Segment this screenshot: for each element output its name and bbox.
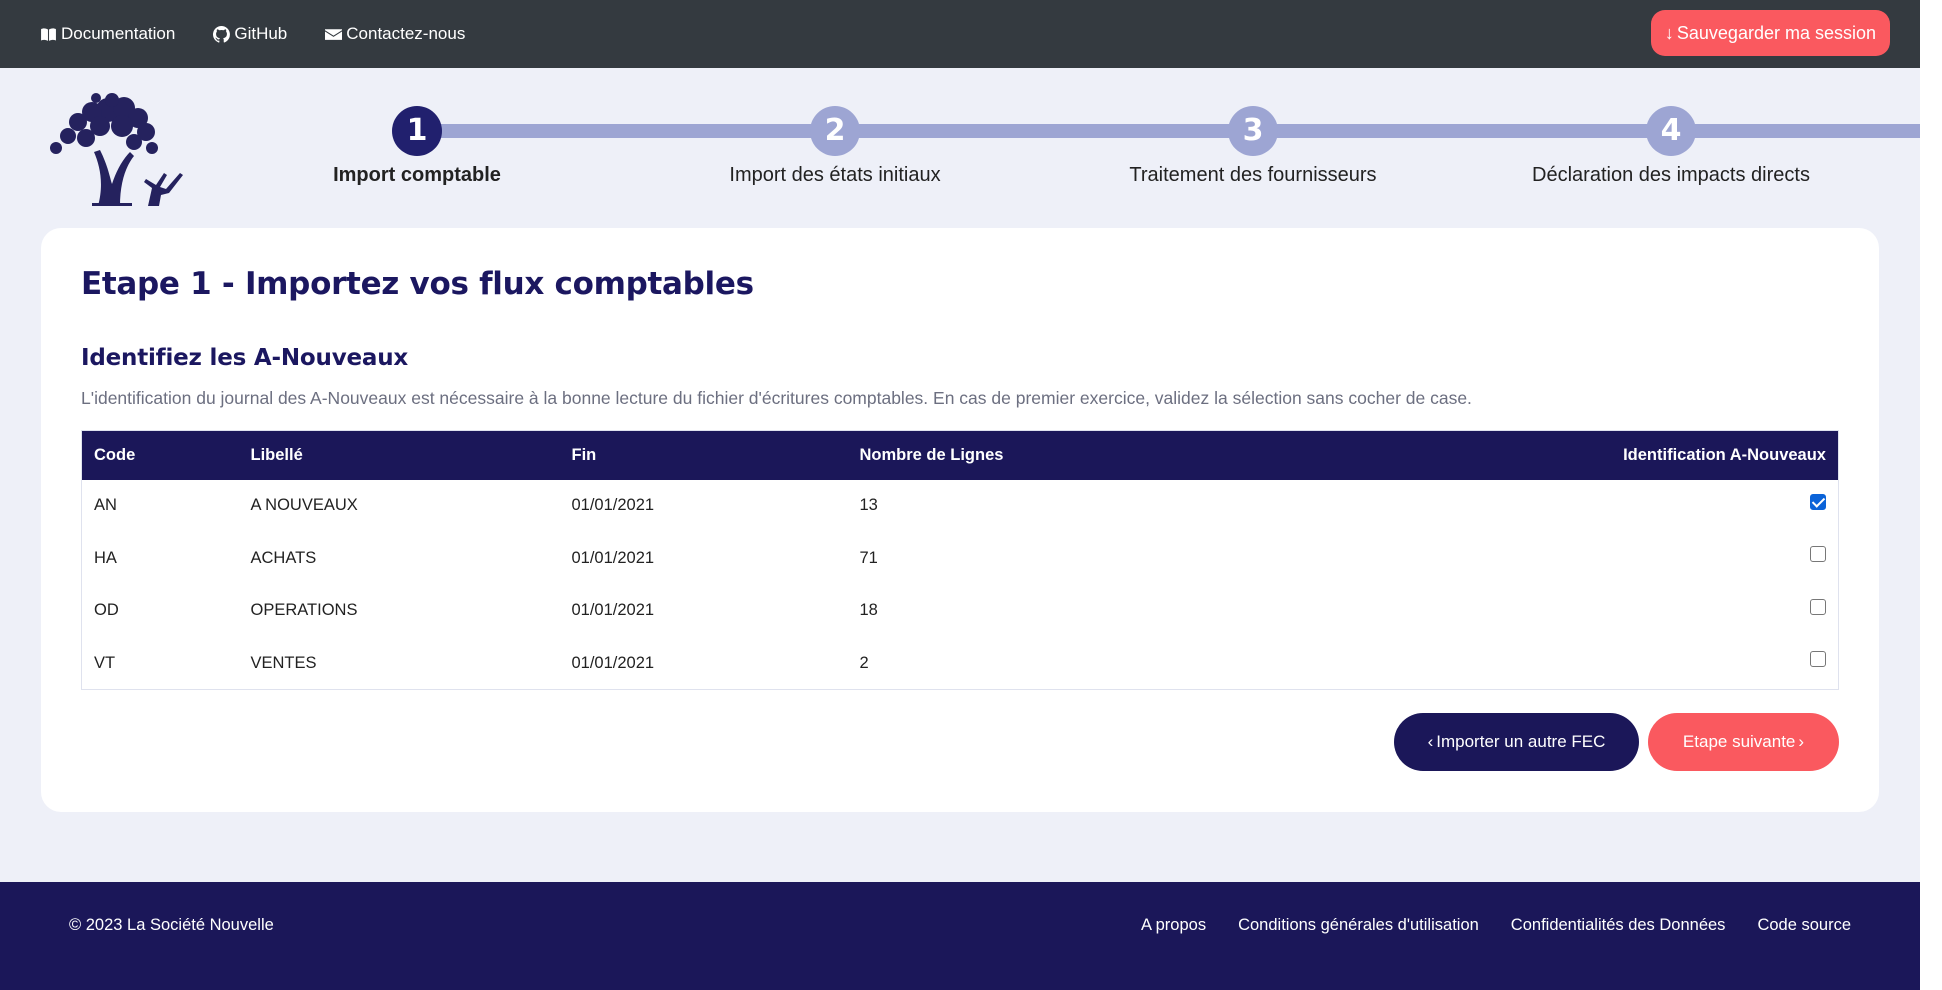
step-number: 1 — [392, 106, 442, 156]
step-4[interactable]: 4 Déclaration des impacts directs — [1491, 106, 1851, 187]
page-title: Etape 1 - Importez vos flux comptables — [81, 266, 754, 302]
footer-link-privacy[interactable]: Confidentialités des Données — [1511, 916, 1726, 935]
github-link[interactable]: GitHub — [213, 24, 287, 44]
step-label: Traitement des fournisseurs — [1129, 164, 1377, 186]
step-label: Import des états initiaux — [729, 164, 941, 186]
cell-fin: 01/01/2021 — [571, 653, 655, 672]
cell-fin: 01/01/2021 — [571, 601, 655, 620]
save-session-button[interactable]: ↓ Sauvegarder ma session — [1650, 10, 1890, 56]
github-icon — [213, 25, 231, 43]
cell-lignes: 13 — [859, 496, 878, 515]
cell-fin: 01/01/2021 — [571, 496, 655, 515]
step-3[interactable]: 3 Traitement des fournisseurs — [1073, 106, 1433, 187]
step-number: 4 — [1646, 106, 1696, 156]
a-nouveaux-checkbox[interactable] — [1810, 598, 1826, 615]
step-number: 3 — [1228, 106, 1278, 156]
table-row: VT VENTES 01/01/2021 2 — [82, 637, 1839, 690]
documentation-link[interactable]: Documentation — [40, 24, 175, 44]
a-nouveaux-checkbox[interactable] — [1810, 493, 1826, 510]
footer-link-about[interactable]: A propos — [1141, 916, 1206, 935]
table-row: HA ACHATS 01/01/2021 71 — [82, 532, 1839, 585]
book-icon — [41, 27, 56, 41]
table-header-row: Code Libellé Fin Nombre de Lignes Identi… — [81, 430, 1839, 480]
top-navbar: Documentation GitHub Contactez-nous ↓ Sa… — [0, 0, 1920, 68]
cell-libelle: VENTES — [250, 653, 317, 672]
cell-lignes: 71 — [859, 548, 878, 567]
next-step-button[interactable]: Etape suivante › — [1648, 713, 1839, 771]
step-label: Import comptable — [333, 164, 501, 186]
save-session-label: Sauvegarder ma session — [1676, 22, 1876, 43]
documentation-label: Documentation — [61, 24, 176, 43]
section-description: L'identification du journal des A-Nouvea… — [81, 388, 1472, 408]
footer-link-source[interactable]: Code source — [1757, 916, 1851, 935]
col-header-libelle: Libellé — [250, 445, 303, 464]
cell-libelle: ACHATS — [250, 548, 317, 567]
journals-table: Code Libellé Fin Nombre de Lignes Identi… — [81, 430, 1839, 690]
envelope-icon — [325, 28, 343, 40]
col-header-code: Code — [94, 445, 136, 464]
table-row: OD OPERATIONS 01/01/2021 18 — [82, 585, 1839, 638]
import-other-fec-label: Importer un autre FEC — [1436, 732, 1606, 751]
cell-lignes: 18 — [859, 601, 878, 620]
arrow-down-icon: ↓ — [1664, 22, 1674, 43]
step-2[interactable]: 2 Import des états initiaux — [655, 106, 1015, 187]
import-other-fec-button[interactable]: ‹ Importer un autre FEC — [1394, 713, 1639, 771]
cell-fin: 01/01/2021 — [571, 548, 655, 567]
cell-code: AN — [94, 496, 117, 515]
contact-label: Contactez-nous — [346, 24, 466, 43]
col-header-lignes: Nombre de Lignes — [859, 445, 1004, 464]
step-1[interactable]: 1 Import comptable — [237, 106, 597, 187]
table-row: AN A NOUVEAUX 01/01/2021 13 — [82, 480, 1839, 533]
col-header-identification: Identification A-Nouveaux — [1623, 445, 1826, 464]
logo-tree — [50, 93, 183, 206]
cell-lignes: 2 — [859, 653, 869, 672]
col-header-fin: Fin — [571, 445, 597, 464]
cell-code: VT — [94, 653, 116, 672]
chevron-right-icon: › — [1798, 732, 1805, 751]
scrollbar-gutter — [1920, 0, 1942, 990]
chevron-left-icon: ‹ — [1427, 732, 1434, 751]
next-step-label: Etape suivante — [1682, 732, 1796, 751]
step-number: 2 — [810, 106, 860, 156]
step-label: Déclaration des impacts directs — [1532, 164, 1810, 186]
main-card: Etape 1 - Importez vos flux comptables I… — [41, 228, 1879, 812]
cell-libelle: OPERATIONS — [250, 601, 358, 620]
a-nouveaux-checkbox[interactable] — [1810, 651, 1826, 668]
copyright: © 2023 La Société Nouvelle — [69, 916, 274, 934]
github-label: GitHub — [234, 24, 288, 43]
footer: © 2023 La Société Nouvelle A propos Cond… — [0, 882, 1920, 990]
footer-link-terms[interactable]: Conditions générales d'utilisation — [1238, 916, 1479, 935]
a-nouveaux-checkbox[interactable] — [1810, 546, 1826, 563]
footer-links: A propos Conditions générales d'utilisat… — [1109, 916, 1851, 935]
cell-libelle: A NOUVEAUX — [250, 496, 358, 515]
section-title: Identifiez les A-Nouveaux — [81, 345, 409, 371]
cell-code: HA — [94, 548, 117, 567]
contact-link[interactable]: Contactez-nous — [325, 24, 465, 44]
cell-code: OD — [94, 601, 119, 620]
